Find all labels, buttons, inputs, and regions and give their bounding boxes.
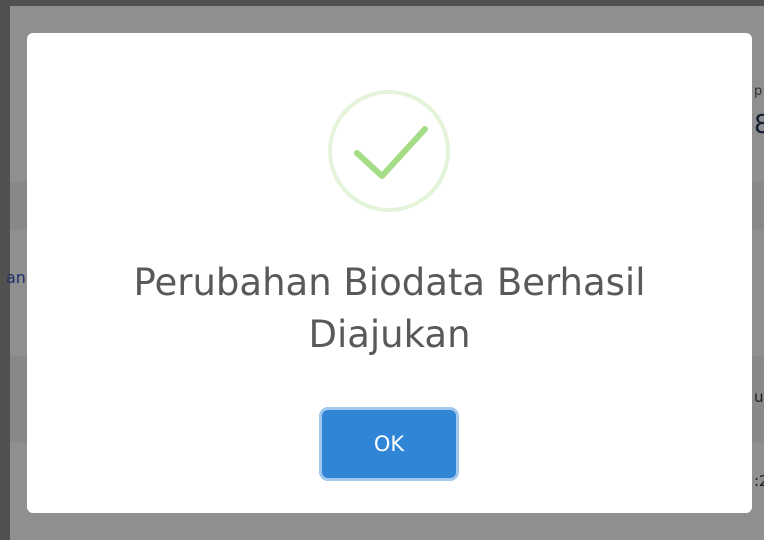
dialog-title: Perubahan Biodata Berhasil Diajukan [133,261,646,356]
ok-button[interactable]: OK [322,410,456,478]
success-dialog: Perubahan Biodata Berhasil Diajukan OK [27,33,752,513]
success-check-icon [327,89,451,213]
